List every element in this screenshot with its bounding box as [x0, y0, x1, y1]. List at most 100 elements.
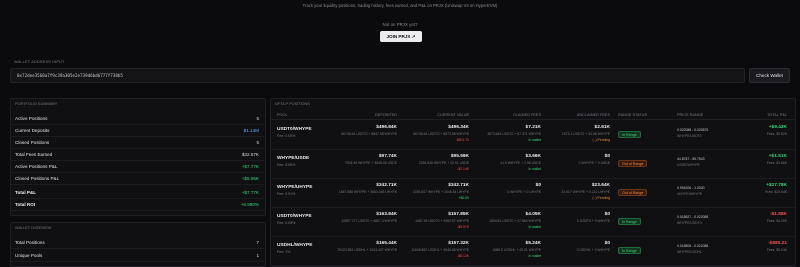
total-pnl-fees: Fees: $5.24K — [766, 248, 787, 252]
unclaimed-fees-breakdown: 1573.1 USDT0 + 34.48 WHYPE — [561, 132, 610, 136]
header-pool: POOL — [277, 113, 288, 117]
summary-row-value: 5 — [256, 116, 259, 121]
current-breakdown: 3785.847 WHYPE + 2046.84 UHYPE — [412, 190, 469, 194]
total-pnl-fees: Fees: $9.82K — [766, 132, 787, 136]
pending-note: (..) Pending — [592, 138, 610, 142]
overview-row: Unique Pools 1 — [11, 250, 265, 262]
summary-row: Total P&L +$7.77K — [11, 187, 265, 199]
pool-pair: WHYPE/UHYPE — [277, 185, 313, 190]
price-range: 0.022088 - 0.020875 — [677, 128, 709, 132]
current-value: $157.85K — [448, 212, 469, 217]
hero-section: Track your liquidity positions, trading … — [0, 0, 800, 52]
claimed-fees-value: $0 — [535, 183, 541, 188]
total-pnl-value: +$9.43K — [768, 125, 787, 130]
position-row[interactable]: USDHL/WHYPE Fee: 1% $165.44K 75423.884 USDH… — [271, 237, 795, 266]
pool-fee-tier: Fee: 0.05% — [277, 163, 296, 167]
pool-fee-tier: Fee: 0.01% — [277, 192, 296, 196]
pool-pair: USDHL/WHYPE — [277, 243, 313, 248]
summary-row: Total ROI +6.990% — [11, 199, 265, 211]
summary-row-value: +$7.77K — [241, 164, 259, 169]
current-pnl: -$5.97K — [457, 225, 469, 229]
summary-row: Active Positions P&L +$7.77K — [11, 161, 265, 173]
summary-row-value: $32.67K — [241, 152, 259, 157]
hero-tagline: Track your liquidity positions, trading … — [302, 3, 498, 8]
pending-note: (..) Pending — [592, 196, 610, 200]
current-breakdown: 11548.882 USDHL + 2048.88 WHYPE — [411, 248, 469, 252]
portfolio-summary-panel: PORTFOLIO SUMMARY Active Positions 5 Curre… — [10, 98, 266, 216]
current-value: $496.34K — [448, 125, 469, 130]
claimed-fees-breakdown: 3086.8 USDHL + 49.01 WHYPE — [492, 248, 541, 252]
portfolio-summary-title: PORTFOLIO SUMMARY — [15, 102, 58, 106]
pool-fee-tier: Fee: 0.05% — [277, 134, 296, 138]
positions-panel: NFT/LP POSITIONS POOL DEPOSITED CURRENT VA… — [270, 98, 796, 267]
price-range: 0.018806 - 0.022088 — [677, 244, 709, 248]
position-row[interactable]: WHYPE/USDE Fee: 0.05% $97.74K 7904.98 WHYPE… — [271, 150, 795, 179]
not-yet-text: Not on PRJX yet? — [382, 22, 418, 27]
current-breakdown: 86748.64 USDT0 + 8873.88 WHYPE — [413, 132, 469, 136]
range-status-badge: Out of Range — [618, 160, 648, 167]
summary-row-value: +$7.77K — [241, 190, 259, 195]
unclaimed-fees-value: $0 — [604, 212, 610, 217]
header-deposited: DEPOSITED — [375, 113, 397, 117]
price-pair: WHYPE/USDT0 — [677, 134, 702, 138]
positions-table-header: POOL DEPOSITED CURRENT VALUE CLAIMED FEES UN… — [271, 111, 795, 120]
range-status-badge: In Range — [618, 218, 641, 225]
price-range: 44.8787 - 55.7543 — [677, 157, 705, 161]
range-status-badge: Out of Range — [618, 189, 648, 196]
unclaimed-fees-breakdown: 0 USDHL + 0 WHYPE — [576, 248, 610, 252]
header-price-range: PRICE RANGE — [677, 113, 704, 117]
claimed-fees-breakdown: 41.5 WHYPE + 2.08 USDE — [500, 161, 541, 165]
pool-pair: USDT0/WHYPE — [277, 127, 312, 132]
summary-row-label: Current Deposits — [15, 128, 50, 133]
deposited-value: $342.71K — [376, 183, 397, 188]
deposited-breakdown: 86748.64 USDT0 + 8847.98 WHYPE — [341, 132, 397, 136]
position-row[interactable]: USDT0/WHYPE Fee: 0.05% $163.84K 12857.727 U… — [271, 208, 795, 237]
current-value: $342.71K — [448, 183, 469, 188]
position-row[interactable]: USDT0/WHYPE Fee: 0.05% $496.84K 86748.64 US… — [271, 121, 795, 150]
summary-row-label: Total ROI — [15, 202, 36, 207]
current-pnl: -$2.14K — [457, 167, 469, 171]
total-pnl-fees: Fees: $4.05K — [766, 219, 787, 223]
wallet-overview-title: WALLET OVERVIEW — [15, 226, 52, 230]
deposited-breakdown: 1847.888 WHYPE + 3653.048 UHYPE — [338, 190, 397, 194]
summary-row: Closed Positions P&L +$5.95K — [11, 173, 265, 185]
join-prjx-button[interactable]: JOIN PRJX ↗ — [380, 31, 422, 42]
pool-fee-tier: Fee: 0.05% — [277, 221, 296, 225]
unclaimed-fees-breakdown: 0 WHYPE + 0 USDE — [578, 161, 610, 165]
summary-row-label: Closed Positions P&L — [15, 176, 60, 181]
unclaimed-fees-value: $2.61K — [594, 125, 610, 130]
current-pnl: -$8.12K — [457, 254, 469, 258]
summary-row-label: Total Fees Earned — [15, 152, 53, 157]
header-current-value: CURRENT VALUE — [437, 113, 469, 117]
claimed-note: In wallet — [528, 225, 541, 229]
position-row[interactable]: WHYPE/UHYPE Fee: 0.01% $342.71K 1847.888 WH… — [271, 179, 795, 208]
summary-row: Closed Positions 5 — [11, 137, 265, 149]
claimed-note: In wallet — [528, 254, 541, 258]
deposited-value: $97.74K — [378, 154, 397, 159]
wallet-address-input[interactable]: 0x72dee3560a7f9c39a305e2e739d6bd6777f738… — [10, 68, 745, 83]
claimed-fees-breakdown: 1804.81 USDT0 + 47.884 WHYPE — [489, 219, 541, 223]
claimed-fees-value: $3.66K — [525, 154, 541, 159]
deposited-value: $163.84K — [376, 212, 397, 217]
price-pair: WHYPE/USDHL — [677, 250, 702, 254]
total-pnl-value: +$27.78K — [766, 183, 787, 188]
range-status-badge: In Range — [618, 131, 641, 138]
overview-row-value: 1 — [256, 253, 259, 258]
check-wallet-button[interactable]: Check Wallet — [749, 68, 790, 83]
summary-row-value: 5 — [256, 140, 259, 145]
claimed-fees-breakdown: 0 WHYPE + 0 UHYPE — [507, 190, 541, 194]
summary-row-value: +6.990% — [240, 202, 259, 207]
unclaimed-fees-value: $23.64K — [591, 183, 610, 188]
deposited-value: $165.44K — [376, 241, 397, 246]
deposited-value: $496.84K — [376, 125, 397, 130]
current-breakdown: 4487.98 USDT0 + 3483.97 WHYPE — [415, 219, 469, 223]
claimed-fees-value: $5.24K — [525, 241, 541, 246]
unclaimed-fees-breakdown: 0 USDT0 + 0 WHYPE — [576, 219, 610, 223]
summary-row-label: Active Positions — [15, 116, 48, 121]
price-pair: WHYPE/USDT0 — [677, 221, 702, 225]
header-unclaimed-fees: UNCLAIMED FEES — [576, 113, 610, 117]
header-claimed-fees: CLAIMED FEES — [513, 113, 541, 117]
deposited-breakdown: 12857.727 USDT0 + 4857.4 WHYPE — [341, 219, 397, 223]
range-status-badge: In Range — [618, 247, 641, 254]
unclaimed-fees-value: $0 — [604, 154, 610, 159]
